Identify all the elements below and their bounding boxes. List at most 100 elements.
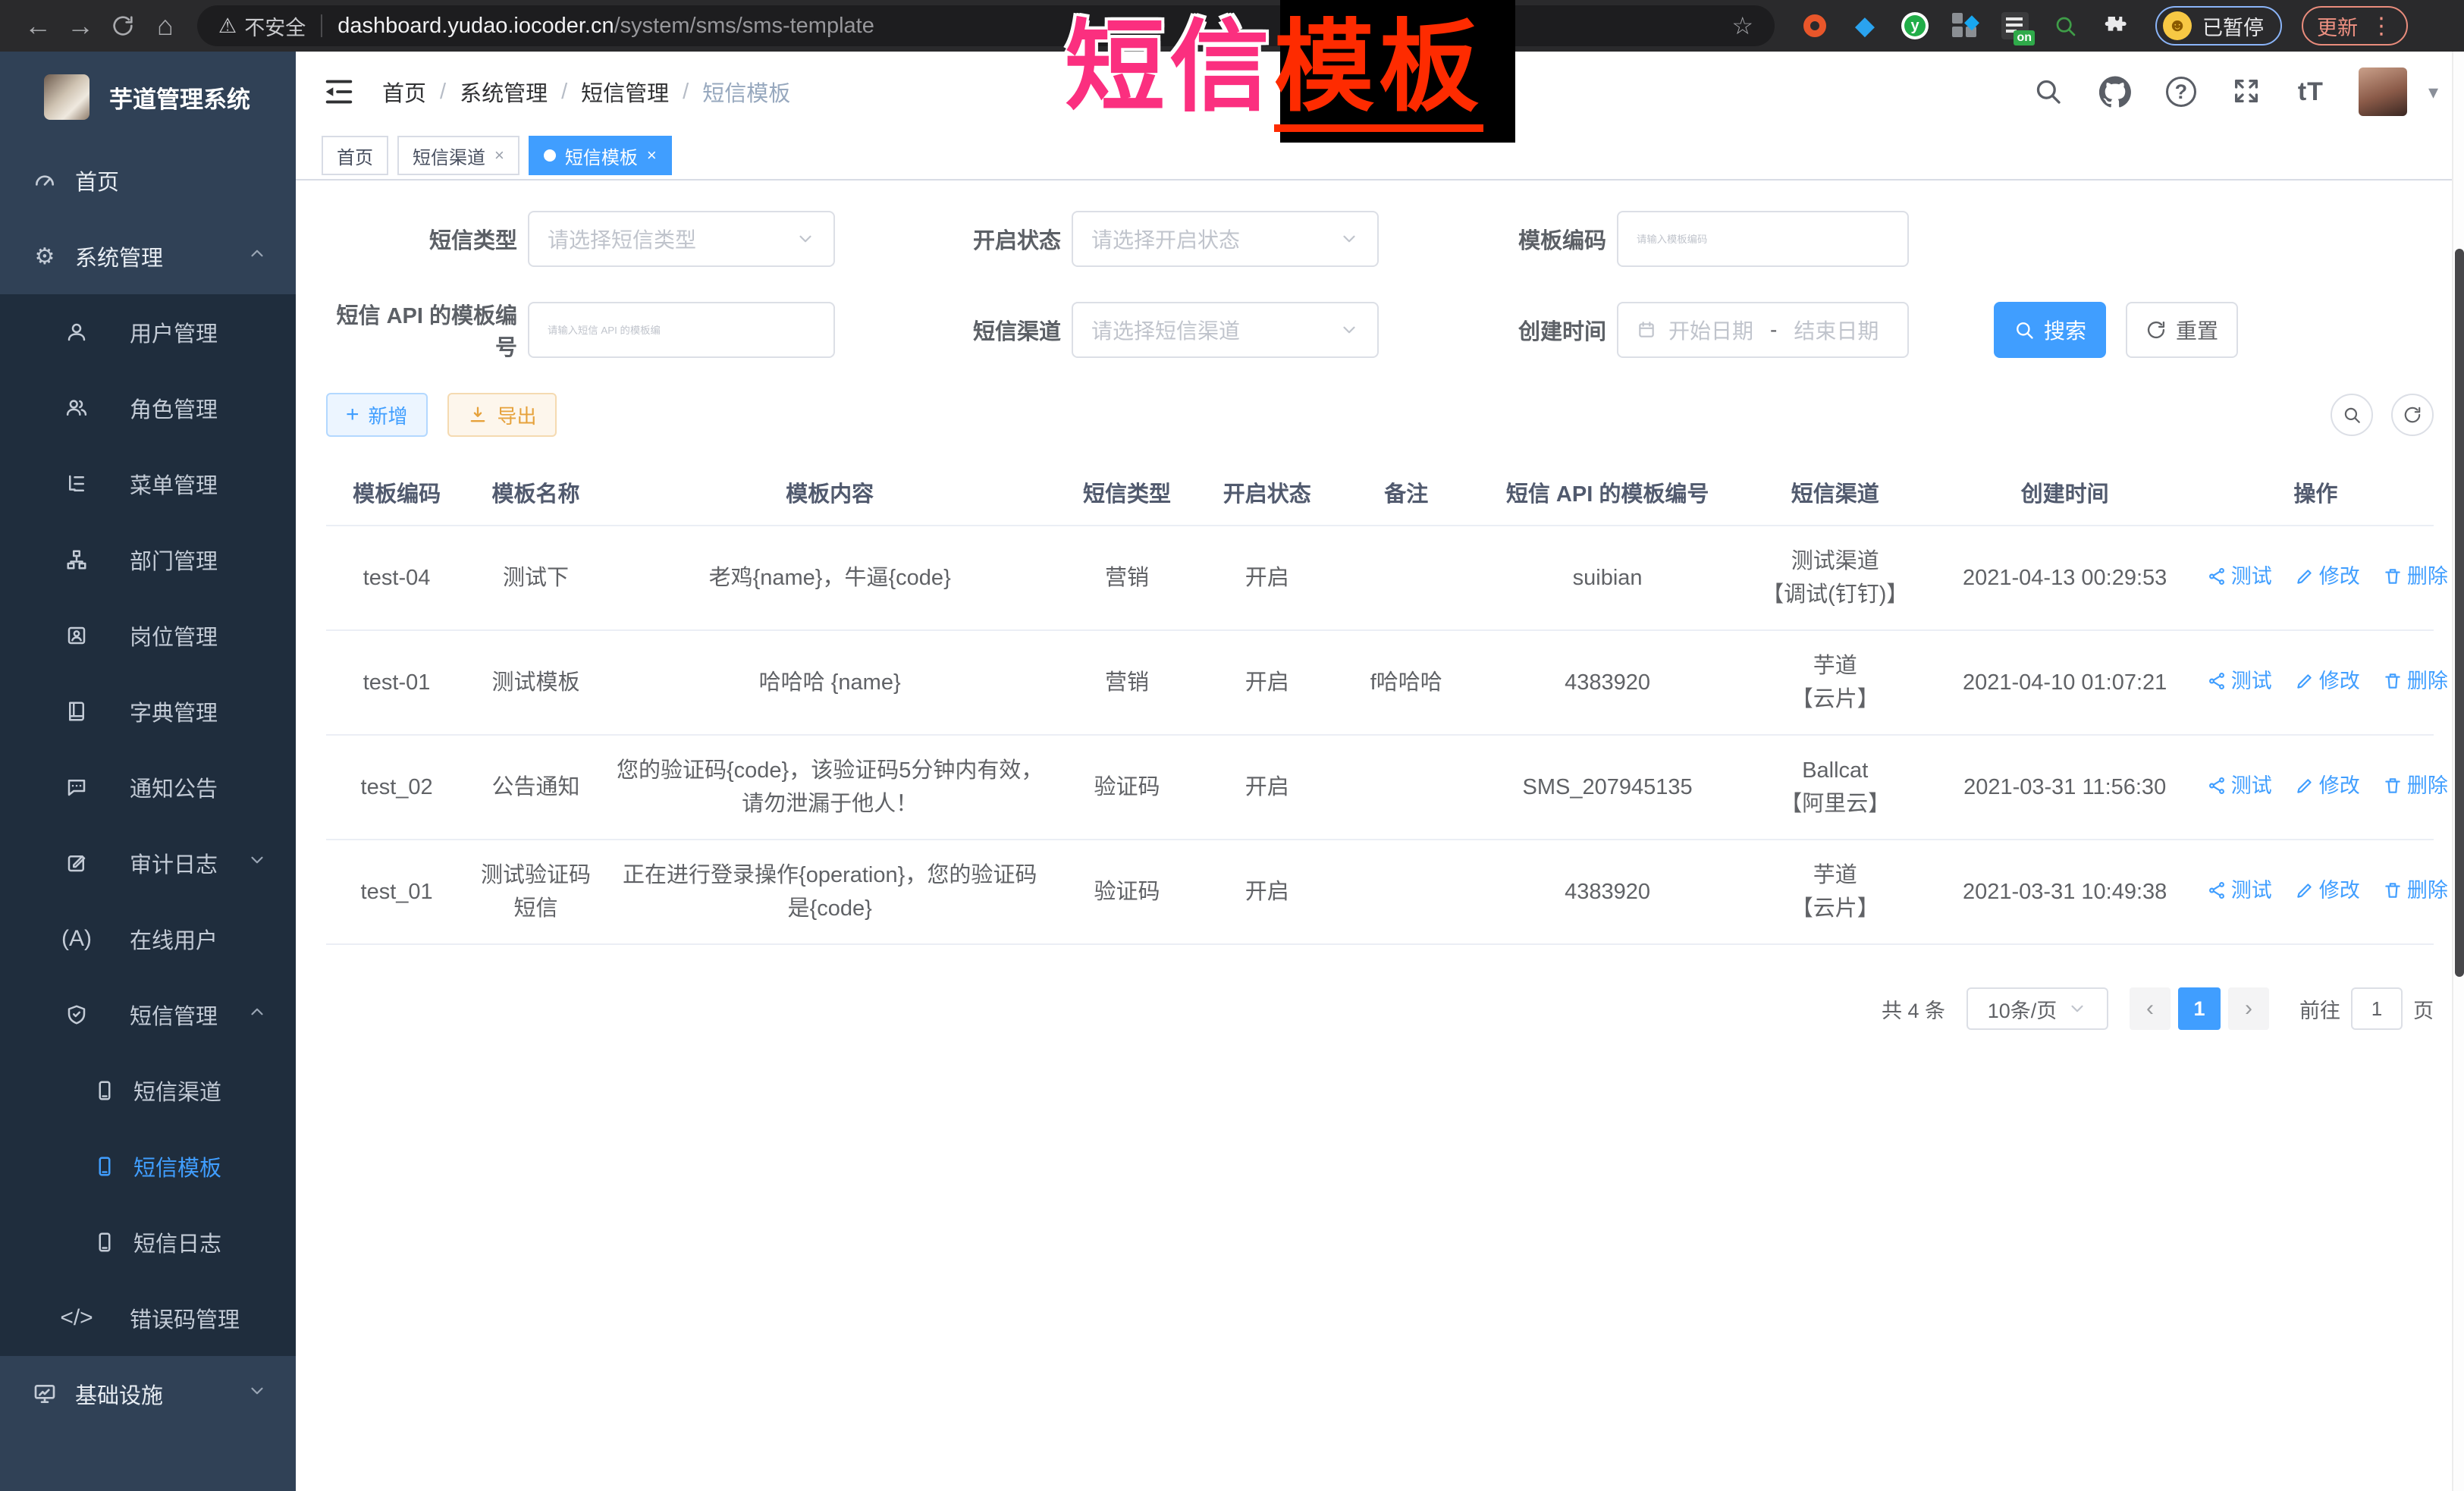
delete-action[interactable]: 删除	[2383, 664, 2448, 698]
end-date-placeholder: 结束日期	[1794, 315, 1879, 345]
browser-forward-icon[interactable]: →	[59, 5, 102, 47]
sidebar-item-sms-log[interactable]: 短信日志	[0, 1204, 296, 1280]
template-code-input[interactable]	[1617, 211, 1909, 267]
extension-list-icon[interactable]: on	[2001, 11, 2029, 40]
close-icon[interactable]: ×	[494, 146, 504, 165]
sidebar-submenu-system: 用户管理 角色管理 菜单管理 部门管理 岗位管理	[0, 294, 296, 1356]
test-action[interactable]: 测试	[2207, 874, 2272, 907]
refresh-table-button[interactable]	[2391, 394, 2434, 436]
github-icon[interactable]	[2099, 76, 2131, 108]
tab-sms-channel[interactable]: 短信渠道 ×	[397, 136, 519, 175]
browser-home-icon[interactable]: ⌂	[144, 5, 187, 47]
font-size-icon[interactable]: tT	[2298, 77, 2324, 107]
avatar-caret-down-icon[interactable]: ▾	[2428, 80, 2438, 104]
status-select[interactable]: 请选择开启状态	[1072, 211, 1379, 267]
pagination: 共 4 条 10条/页 ‹ 1 › 前往 页	[326, 987, 2434, 1030]
sidebar-item-departments[interactable]: 部门管理	[0, 522, 296, 598]
pencil-icon	[2295, 567, 2315, 586]
sidebar-item-infrastructure[interactable]: 基础设施	[0, 1356, 296, 1432]
bookmark-star-icon[interactable]: ☆	[1731, 11, 1753, 40]
book-icon	[63, 698, 90, 725]
help-icon[interactable]: ?	[2166, 77, 2196, 107]
extension-search-icon[interactable]	[2051, 11, 2079, 40]
create-time-range-picker[interactable]: 开始日期 - 结束日期	[1617, 302, 1909, 358]
edit-action[interactable]: 修改	[2295, 664, 2360, 698]
fullscreen-icon[interactable]	[2231, 76, 2263, 108]
breadcrumb-sms[interactable]: 短信管理	[581, 76, 669, 108]
search-button[interactable]: 搜索	[1994, 302, 2106, 358]
tab-home[interactable]: 首页	[322, 136, 388, 175]
current-page-button[interactable]: 1	[2178, 987, 2221, 1030]
sidebar-item-sms[interactable]: 短信管理	[0, 977, 296, 1053]
browser-update-button[interactable]: 更新 ⋮	[2302, 6, 2408, 46]
breadcrumb-system[interactable]: 系统管理	[460, 76, 548, 108]
sidebar-item-system[interactable]: ⚙ 系统管理	[0, 218, 296, 294]
edit-action[interactable]: 修改	[2295, 769, 2360, 802]
extensions-puzzle-icon[interactable]	[2101, 11, 2130, 40]
user-avatar[interactable]	[2359, 67, 2407, 116]
active-tab-dot	[544, 149, 556, 162]
sidebar-item-menus[interactable]: 菜单管理	[0, 446, 296, 522]
reset-button[interactable]: 重置	[2126, 302, 2238, 358]
sidebar-logo-row[interactable]: 芋道管理系统	[0, 52, 296, 143]
edit-action[interactable]: 修改	[2295, 560, 2360, 593]
extension-orange-icon[interactable]	[1800, 11, 1829, 40]
template-code-field[interactable]	[1637, 234, 1889, 245]
toggle-search-button[interactable]	[2331, 394, 2373, 436]
api-template-id-input[interactable]	[528, 302, 835, 358]
sidebar-item-posts[interactable]: 岗位管理	[0, 598, 296, 673]
channel-label: 短信渠道	[835, 314, 1061, 346]
extension-grid-icon[interactable]: ◆	[1951, 11, 1979, 40]
page-unit-label: 页	[2413, 994, 2434, 1024]
edit-action[interactable]: 修改	[2295, 874, 2360, 907]
goto-page-input[interactable]	[2351, 987, 2403, 1030]
sidebar-item-notice[interactable]: 通知公告	[0, 749, 296, 825]
sidebar-item-audit-log[interactable]: 审计日志	[0, 825, 296, 901]
table-row: test-04 测试下 老鸡{name}，牛逼{code} 营销 开启 suib…	[326, 526, 2434, 630]
share-icon	[2207, 776, 2227, 796]
sidebar-item-online-users[interactable]: (A) 在线用户	[0, 901, 296, 977]
user-icon	[63, 319, 90, 346]
address-bar[interactable]: ⚠ 不安全 dashboard.yudao.iocoder.cn/system/…	[197, 5, 1775, 46]
table-header-row: 模板编码 模板名称 模板内容 短信类型 开启状态 备注 短信 API 的模板编号…	[326, 460, 2434, 526]
sidebar-item-users[interactable]: 用户管理	[0, 294, 296, 370]
test-action[interactable]: 测试	[2207, 560, 2272, 593]
extension-y-icon[interactable]: y	[1901, 11, 1929, 40]
sms-type-select[interactable]: 请选择短信类型	[528, 211, 835, 267]
tab-sms-template[interactable]: 短信模板 ×	[529, 136, 672, 175]
security-warning-icon[interactable]: ⚠ 不安全	[218, 11, 306, 41]
api-template-id-field[interactable]	[548, 325, 815, 336]
page-scrollbar[interactable]	[2452, 52, 2464, 1491]
next-page-button[interactable]: ›	[2228, 987, 2269, 1030]
scrollbar-thumb[interactable]	[2455, 249, 2464, 977]
extension-gem-icon[interactable]: ◆	[1850, 11, 1879, 40]
page-size-select[interactable]: 10条/页	[1966, 987, 2108, 1030]
sidebar-item-home[interactable]: 首页	[0, 143, 296, 218]
chevron-up-icon	[247, 243, 267, 269]
prev-page-button[interactable]: ‹	[2130, 987, 2171, 1030]
code-icon: </>	[63, 1304, 90, 1332]
delete-action[interactable]: 删除	[2383, 560, 2448, 593]
browser-reload-icon[interactable]	[102, 5, 144, 47]
org-chart-icon	[63, 546, 90, 573]
browser-menu-icon[interactable]: ⋮	[2370, 13, 2393, 39]
browser-back-icon[interactable]: ←	[17, 5, 59, 47]
test-action[interactable]: 测试	[2207, 769, 2272, 802]
delete-action[interactable]: 删除	[2383, 874, 2448, 907]
trash-icon	[2383, 671, 2403, 691]
test-action[interactable]: 测试	[2207, 664, 2272, 698]
sidebar-item-roles[interactable]: 角色管理	[0, 370, 296, 446]
sidebar-item-error-code[interactable]: </> 错误码管理	[0, 1280, 296, 1356]
add-button[interactable]: + 新增	[326, 393, 428, 437]
search-icon[interactable]	[2032, 76, 2064, 108]
close-icon[interactable]: ×	[647, 146, 657, 165]
delete-action[interactable]: 删除	[2383, 769, 2448, 802]
sidebar-item-sms-template[interactable]: 短信模板	[0, 1128, 296, 1204]
breadcrumb-home[interactable]: 首页	[382, 76, 426, 108]
sidebar-collapse-icon[interactable]	[322, 74, 356, 109]
channel-select[interactable]: 请选择短信渠道	[1072, 302, 1379, 358]
export-button[interactable]: 导出	[447, 393, 557, 437]
sidebar-item-dict[interactable]: 字典管理	[0, 673, 296, 749]
browser-profile-chip[interactable]: ☻ 已暂停	[2155, 6, 2282, 46]
sidebar-item-sms-channel[interactable]: 短信渠道	[0, 1053, 296, 1128]
